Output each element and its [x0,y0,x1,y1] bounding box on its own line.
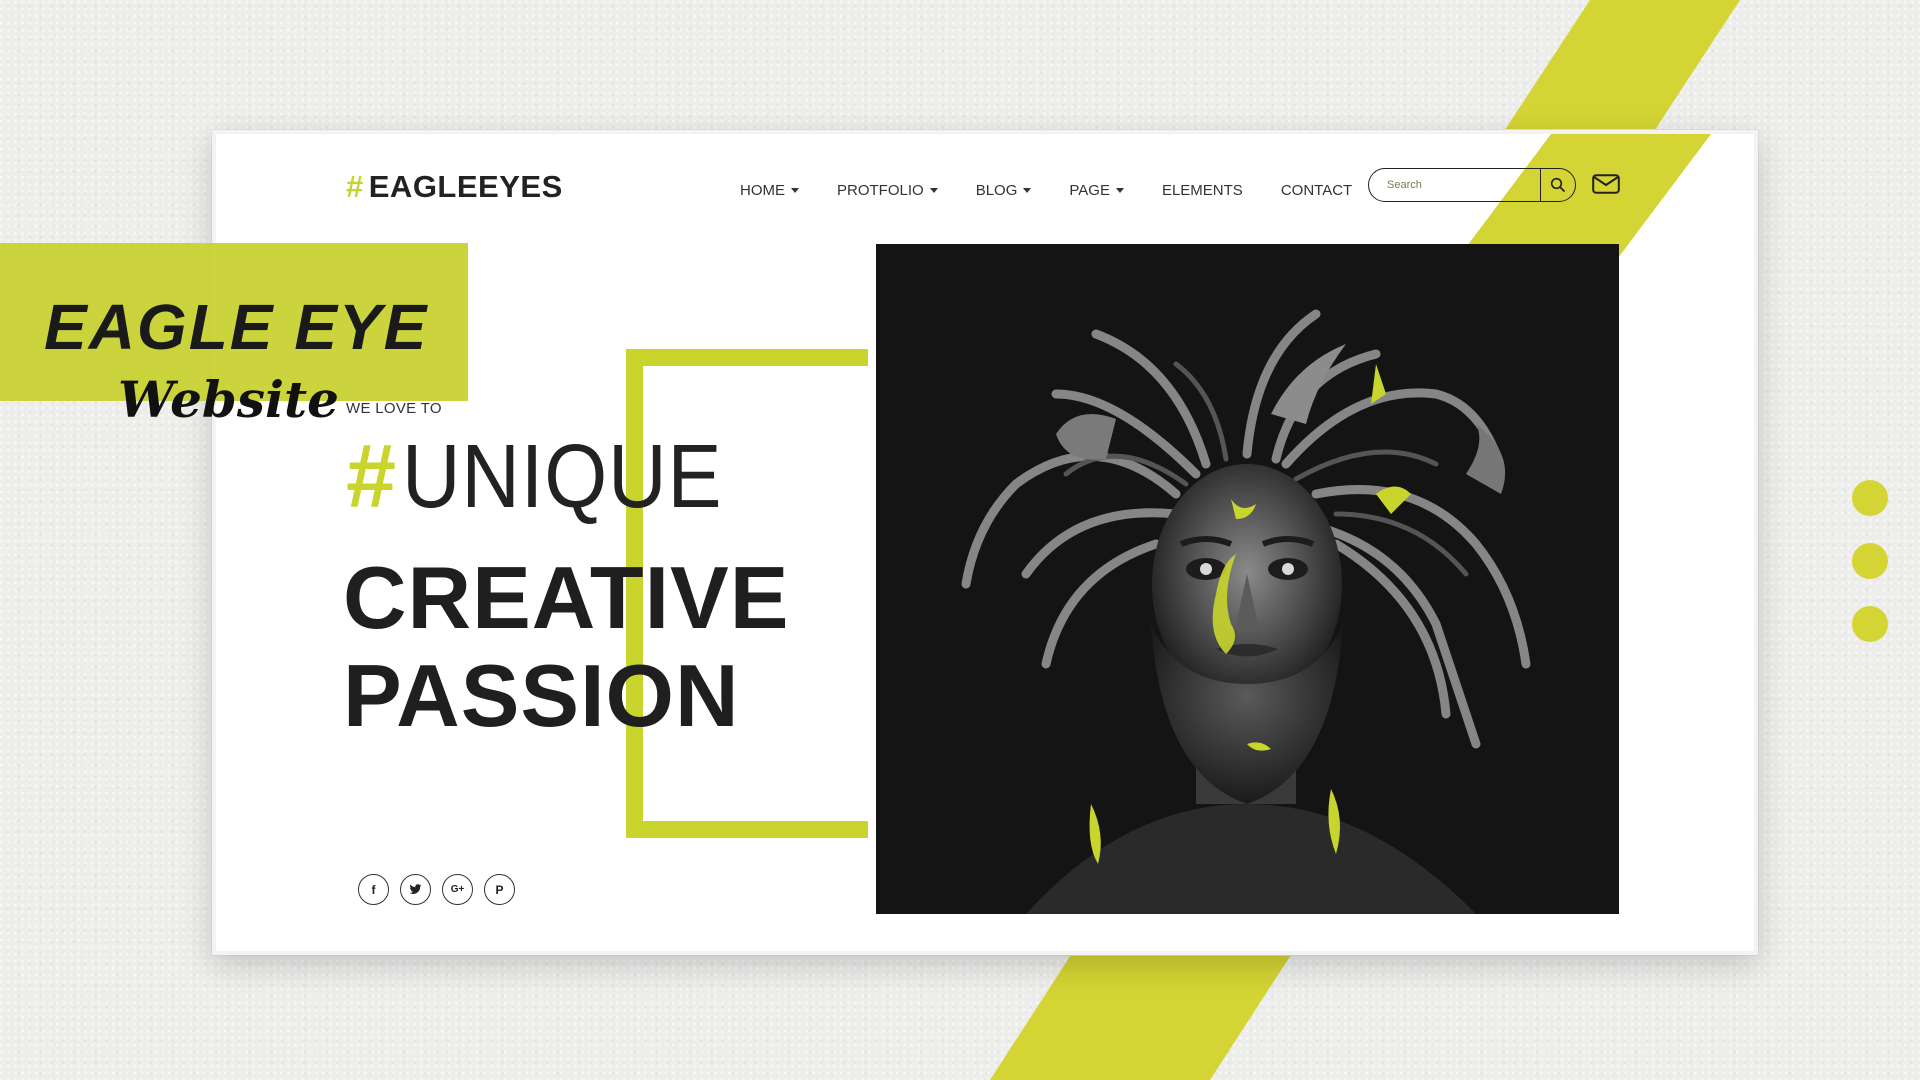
slide-dot[interactable] [1852,480,1888,516]
hero-image [876,244,1619,914]
nav-home-label: HOME [740,182,785,199]
nav-page[interactable]: PAGE [1069,182,1124,199]
logo-text: EAGLEEYES [368,169,563,204]
nav-portfolio-label: PROTFOLIO [837,182,924,199]
caret-down-icon [791,188,799,193]
overlay-subtitle: Website [118,370,339,429]
site-logo[interactable]: # EAGLEEYES [346,169,563,205]
nav-portfolio[interactable]: PROTFOLIO [837,182,938,199]
social-links: f G+ P [358,874,515,905]
pinterest-icon[interactable]: P [484,874,515,905]
hero-word-unique: UNIQUE [402,427,723,527]
slide-dot[interactable] [1852,606,1888,642]
logo-hash: # [346,169,364,204]
hero-heading-line1: # UNIQUE [346,432,758,522]
hero-hash: # [346,427,397,527]
overlay-title: EAGLE EYE [44,291,429,363]
search-input[interactable] [1369,169,1540,201]
nav-home[interactable]: HOME [740,182,799,199]
portrait-illustration [876,244,1619,914]
twitter-icon[interactable] [400,874,431,905]
hero-heading-line2: CREATIVE [343,548,790,647]
slide-dots [1852,480,1888,642]
nav-page-label: PAGE [1069,182,1110,199]
nav-blog[interactable]: BLOG [976,182,1032,199]
search-box [1368,168,1576,202]
nav-contact-label: CONTACT [1280,182,1353,199]
hero-heading-line3: PASSION [343,646,740,745]
search-button[interactable] [1540,169,1575,201]
caret-down-icon [929,188,938,193]
slide-dot[interactable] [1852,543,1888,579]
nav-blog-label: BLOG [975,182,1018,199]
envelope-icon[interactable] [1592,174,1620,199]
search-icon [1550,177,1565,192]
caret-down-icon [1115,188,1124,193]
nav-elements-label: ELEMENTS [1161,182,1243,199]
caret-down-icon [1023,188,1032,193]
nav-elements[interactable]: ELEMENTS [1162,182,1243,199]
facebook-icon[interactable]: f [358,874,389,905]
nav-contact[interactable]: CONTACT [1281,182,1352,199]
main-nav: HOME PROTFOLIO BLOG PAGE ELEMENTS CONTAC… [740,182,1390,199]
google-plus-icon[interactable]: G+ [442,874,473,905]
hero-tagline: WE LOVE TO [346,400,442,417]
